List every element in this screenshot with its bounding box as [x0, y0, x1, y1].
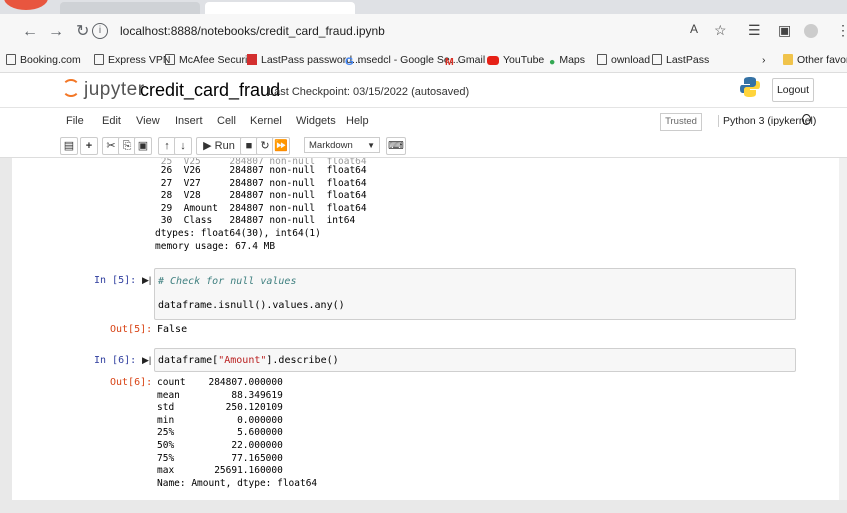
page-icon: [597, 54, 607, 65]
bookmark-lastpass-password[interactable]: LastPass password...: [247, 54, 361, 66]
jupyter-logo-icon: [62, 79, 80, 97]
bookmark-gmail[interactable]: M Gmail: [445, 54, 485, 68]
url-text: localhost:8888/notebooks/credit_card_fra…: [120, 24, 385, 38]
jupyter-logo[interactable]: jupyter: [62, 79, 145, 101]
info-icon[interactable]: i: [92, 23, 108, 39]
browser-tab-active[interactable]: [205, 2, 355, 14]
menu-help[interactable]: Help: [346, 115, 369, 127]
profile-avatar[interactable]: [804, 24, 818, 38]
forward-icon[interactable]: →: [48, 22, 64, 42]
bookmark-youtube[interactable]: YouTube: [487, 54, 544, 66]
move-down-icon[interactable]: ↓: [174, 137, 192, 155]
browser-logo: [4, 0, 48, 10]
menu-view[interactable]: View: [136, 115, 160, 127]
cell-type-select[interactable]: Markdown ▼: [304, 137, 380, 153]
play-icon: ▶: [203, 140, 212, 152]
scrollbar[interactable]: [839, 158, 847, 500]
cell5-input[interactable]: # Check for null values dataframe.isnull…: [154, 268, 796, 320]
bookmark-expressvpn[interactable]: Express VPN: [94, 54, 170, 66]
menu-widgets[interactable]: Widgets: [296, 115, 336, 127]
menubar: File Edit View Insert Cell Kernel Widget…: [0, 107, 847, 136]
bookmark-lastpass[interactable]: LastPass: [652, 54, 709, 66]
bookmarks-bar: Booking.com Express VPN McAfee Security …: [0, 50, 847, 73]
cell5-comment: # Check for null values: [158, 276, 297, 287]
cell6-in-prompt: In [6]:: [94, 355, 137, 366]
read-aloud-icon[interactable]: A: [690, 22, 698, 36]
browser-tab[interactable]: [60, 2, 200, 14]
gmail-icon: M: [445, 56, 454, 68]
maps-pin-icon: ●: [549, 56, 556, 68]
run-cell-icon[interactable]: ▶|: [142, 355, 151, 366]
youtube-icon: [487, 56, 499, 65]
bookmark-maps[interactable]: ● Maps: [549, 54, 585, 68]
menu-file[interactable]: File: [66, 115, 84, 127]
menu-edit[interactable]: Edit: [102, 115, 121, 127]
menu-kernel[interactable]: Kernel: [250, 115, 282, 127]
bookmark-msedcl[interactable]: Gmsedcl - Google Se...: [345, 54, 459, 68]
bookmark-mcafee[interactable]: McAfee Security: [165, 54, 255, 66]
paste-icon[interactable]: ▣: [134, 137, 152, 155]
info-output: 26 V26 284807 non-null float64 27 V27 28…: [155, 165, 367, 252]
more-icon[interactable]: ⋮: [836, 22, 847, 39]
favorites-list-icon[interactable]: ☰: [748, 22, 761, 39]
run-cell-icon[interactable]: ▶|: [142, 275, 151, 286]
save-icon[interactable]: ▤: [60, 137, 78, 155]
bookmark-download[interactable]: ownload: [597, 54, 650, 66]
lastpass-icon: [247, 54, 257, 65]
page-icon: [652, 54, 662, 65]
cell6-input[interactable]: dataframe["Amount"].describe(): [154, 348, 796, 372]
checkpoint-status: Last Checkpoint: 03/15/2022 (autosaved): [268, 86, 470, 98]
run-button[interactable]: ▶ Run: [196, 137, 242, 155]
bookmark-other-favorites[interactable]: Other favor: [783, 54, 847, 66]
cell5-code: dataframe.isnull().values.any(): [158, 300, 345, 311]
chevron-down-icon: ▼: [367, 141, 375, 150]
google-icon: G: [345, 56, 354, 68]
browser-tab-strip: [0, 0, 847, 14]
url-field[interactable]: i localhost:8888/notebooks/credit_card_f…: [92, 20, 512, 44]
notebook-toolbar: ▤ + ✂ ⎘ ▣ ↑ ↓ ▶ Run ■ ↻ ⏩ Markdown ▼ ⌨: [0, 135, 847, 158]
page-icon: [94, 54, 104, 65]
kernel-status-icon: [802, 114, 811, 125]
trusted-indicator[interactable]: Trusted: [660, 113, 702, 131]
bookmark-booking[interactable]: Booking.com: [6, 54, 81, 66]
cell6-out-prompt: Out[6]:: [110, 377, 153, 388]
cell5-output: False: [157, 324, 188, 335]
menu-insert[interactable]: Insert: [175, 115, 203, 127]
favorite-icon[interactable]: ☆: [714, 22, 727, 39]
insert-cell-icon[interactable]: +: [80, 137, 98, 155]
notebook-title[interactable]: credit_card_fraud: [140, 80, 280, 101]
python-logo-icon: [740, 77, 760, 97]
cell6-output: count 284807.000000 mean 88.349619 std 2…: [157, 377, 318, 489]
cell5-in-prompt: In [5]:: [94, 275, 137, 286]
notebook-area: 25 V25 284807 non-null float64 26 V26 28…: [12, 158, 839, 500]
page-icon: [6, 54, 16, 65]
cell5-out-prompt: Out[5]:: [110, 324, 153, 335]
command-palette-icon[interactable]: ⌨: [386, 137, 406, 155]
menu-cell[interactable]: Cell: [217, 115, 236, 127]
logout-button[interactable]: Logout: [772, 78, 814, 102]
page-icon: [165, 54, 175, 65]
reload-icon[interactable]: ↻: [76, 22, 89, 42]
restart-run-all-icon[interactable]: ⏩: [272, 137, 290, 155]
jupyter-header: jupyter credit_card_fraud Last Checkpoin…: [0, 73, 847, 107]
cell6-code: dataframe["Amount"].describe(): [158, 355, 339, 366]
bookmarks-overflow-chevron-icon[interactable]: ›: [762, 54, 766, 66]
back-icon[interactable]: ←: [22, 22, 38, 42]
address-bar-row: ← → ↻ i localhost:8888/notebooks/credit_…: [0, 14, 847, 50]
folder-icon: [783, 54, 793, 65]
collections-icon[interactable]: ▣: [778, 22, 791, 39]
